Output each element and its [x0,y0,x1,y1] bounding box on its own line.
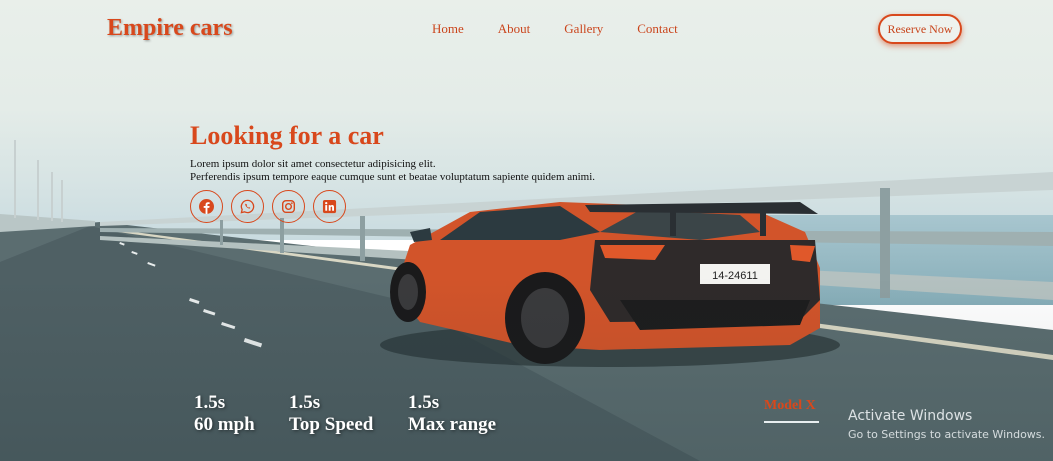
stat-label: Max range [408,414,497,435]
linkedin-icon [322,199,337,214]
stat-value: 1.5s [408,392,440,413]
hero-description: Lorem ipsum dolor sit amet consectetur a… [190,158,595,184]
hero-background: 14-24611 [0,0,1053,461]
main-nav: Home About Gallery Contact [432,21,712,37]
stat-value: 1.5s [194,392,226,413]
facebook-button[interactable] [190,190,223,223]
stat-label: Top Speed [289,414,374,435]
linkedin-button[interactable] [313,190,346,223]
activate-windows-subtitle: Go to Settings to activate Windows. [848,428,1046,441]
nav-gallery[interactable]: Gallery [564,21,603,37]
stat-value: 1.5s [289,392,321,413]
facebook-icon [199,199,214,214]
hero-line-1: Lorem ipsum dolor sit amet consectetur a… [190,158,436,170]
stat-label: 60 mph [194,414,255,435]
brand-logo[interactable]: Empire cars [107,15,233,42]
stat-max-range: 1.5s Max range [408,392,496,436]
stat-acceleration: 1.5s 60 mph [194,392,255,436]
whatsapp-button[interactable] [231,190,264,223]
stat-top-speed: 1.5s Top Speed [289,392,373,436]
instagram-icon [281,199,296,214]
instagram-button[interactable] [272,190,305,223]
nav-contact[interactable]: Contact [637,21,677,37]
activate-windows-title: Activate Windows [848,408,973,424]
nav-home[interactable]: Home [432,21,464,37]
social-links [190,190,346,223]
hero-line-2: Perferendis ipsum tempore eaque cumque s… [190,171,596,183]
hero-title: Looking for a car [190,121,384,150]
model-label[interactable]: Model X [764,398,816,414]
whatsapp-icon [240,199,255,214]
model-underline [764,421,819,423]
reserve-now-button[interactable]: Reserve Now [878,14,962,44]
nav-about[interactable]: About [498,21,531,37]
